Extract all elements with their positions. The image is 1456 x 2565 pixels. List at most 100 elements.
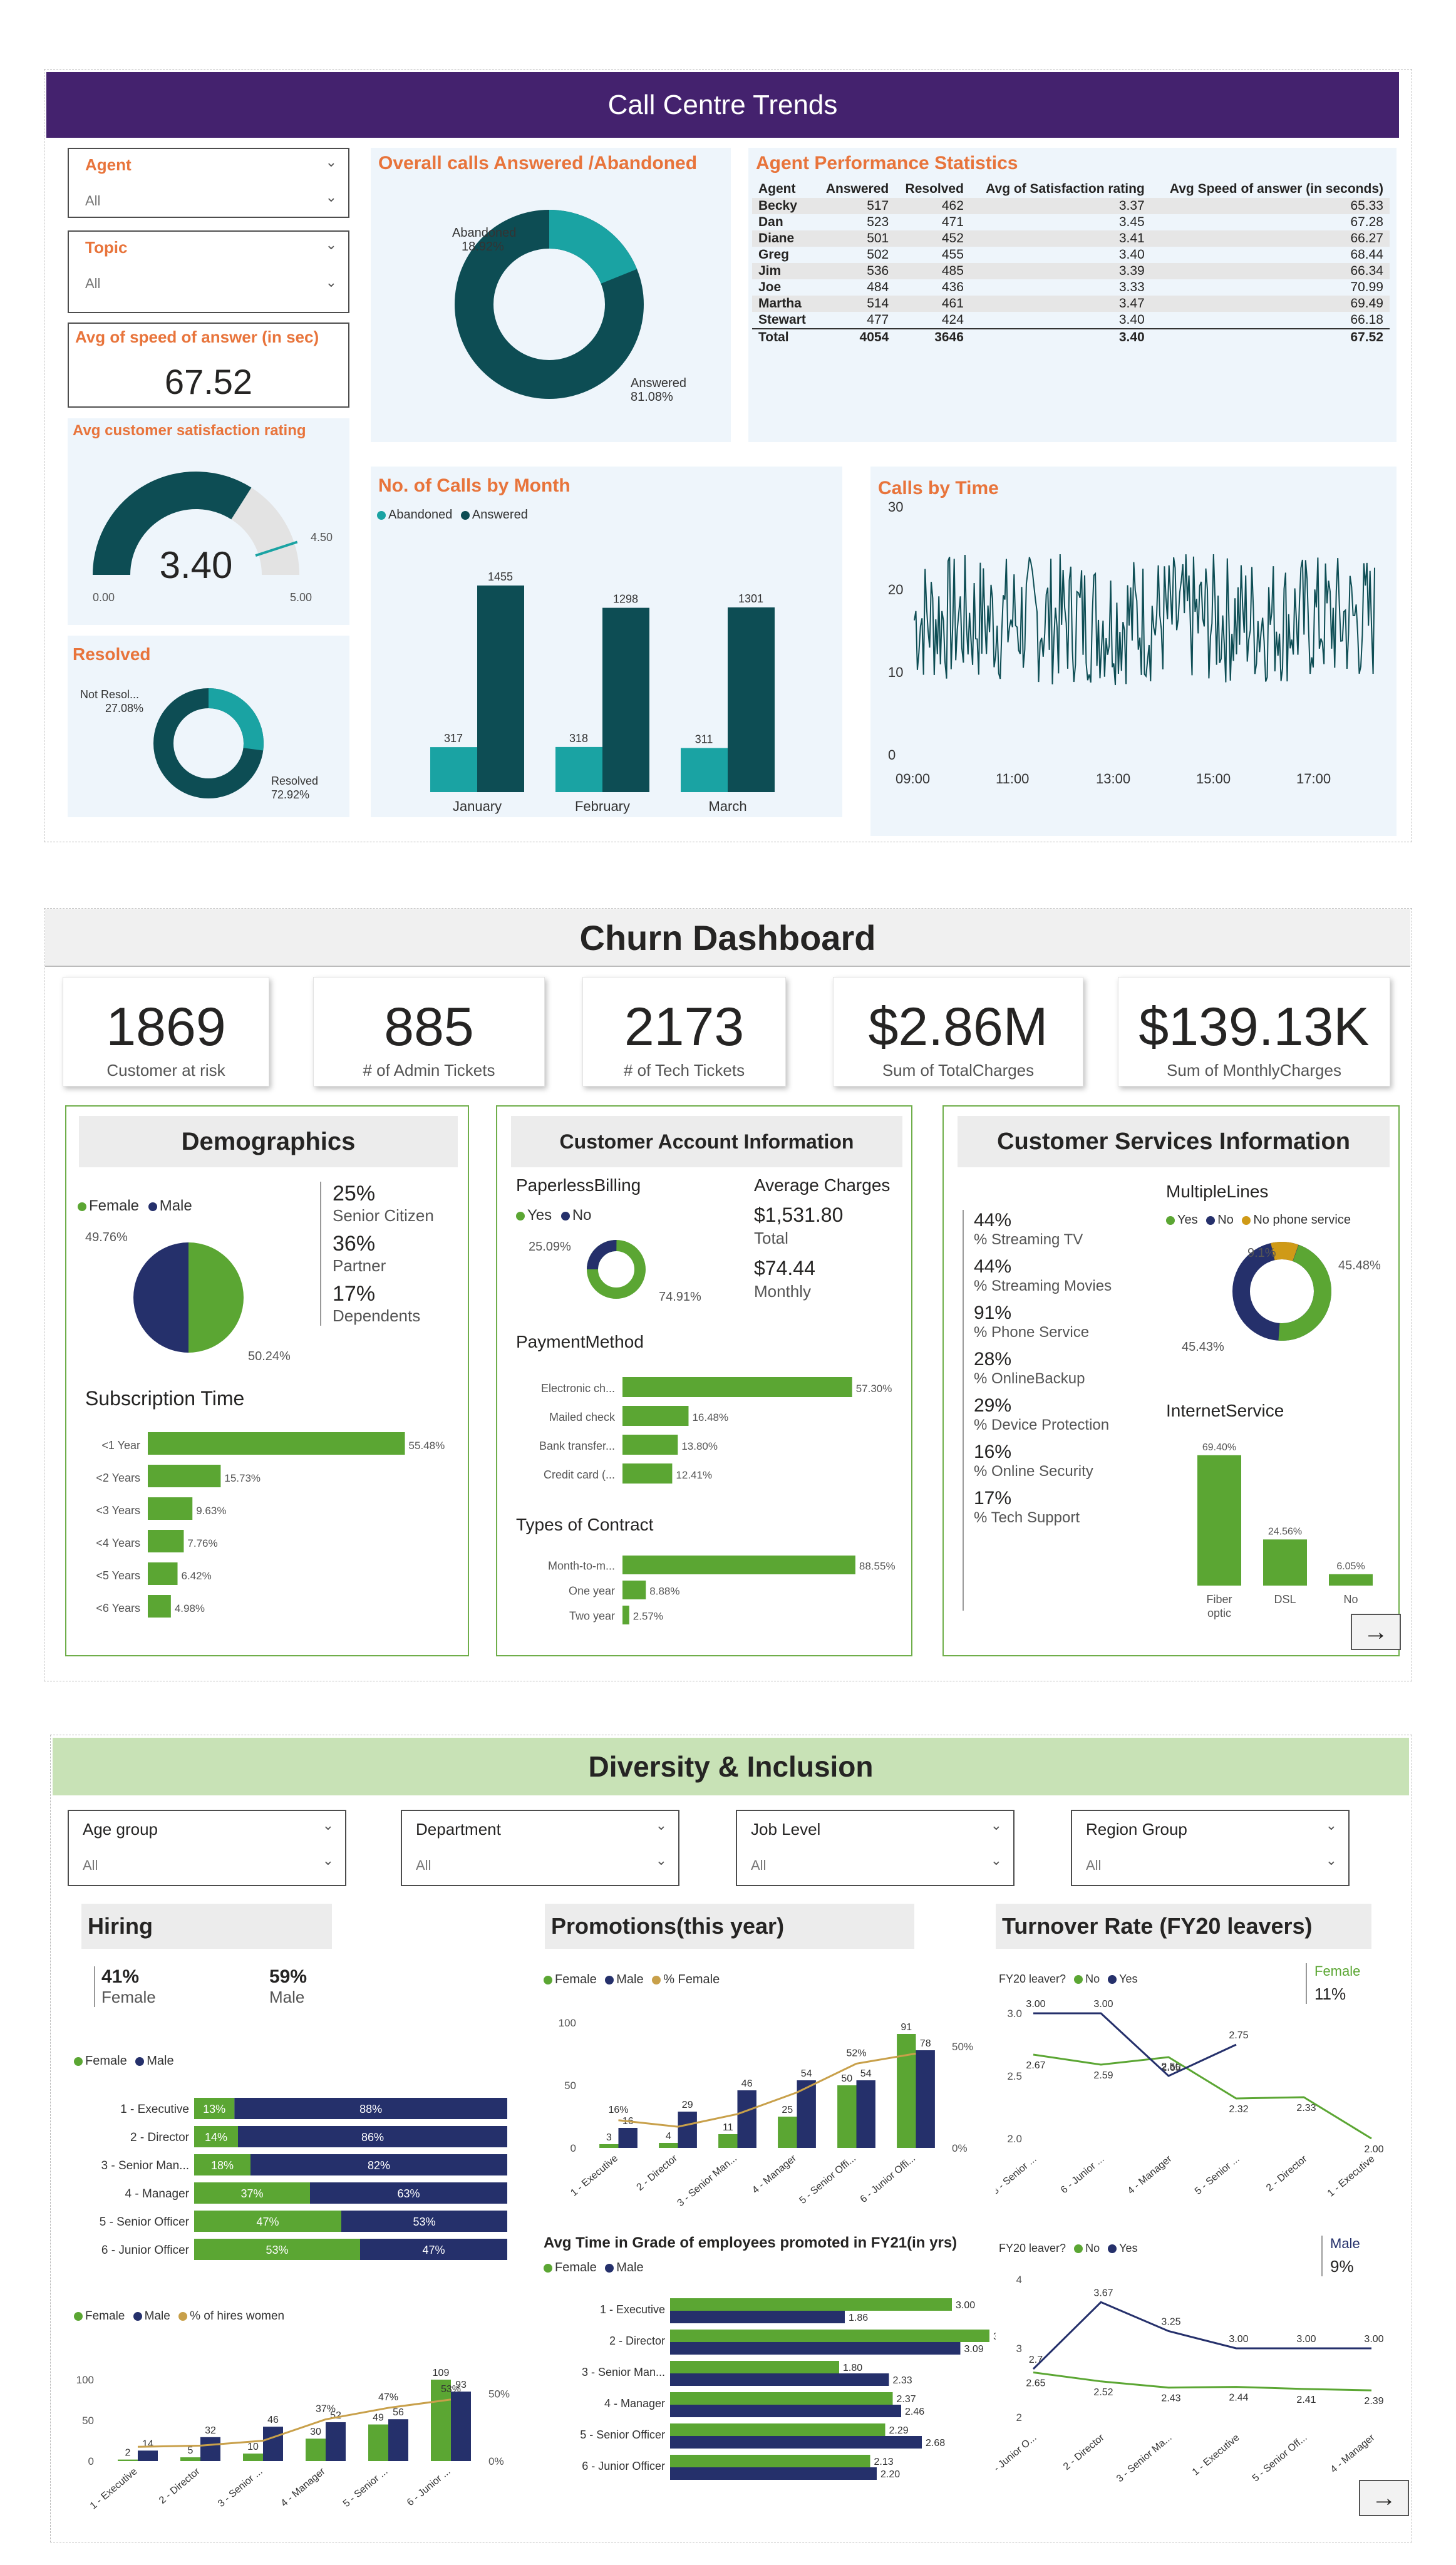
di-title: Diversity & Inclusion: [588, 1750, 874, 1783]
no-value-label: 2.43: [1161, 2393, 1180, 2404]
multiline-donut: 9.1% 45.48% 45.43%: [1182, 1242, 1381, 1354]
x-tick: 3 - Senior ...: [996, 2154, 1039, 2197]
bar-value-label: 2: [125, 2448, 131, 2459]
contract-title: Types of Contract: [516, 1515, 654, 1534]
bar-category-label: Mailed check: [549, 1411, 616, 1423]
yes-value-label: 3.00: [1296, 2334, 1316, 2345]
avg-speed-card: Avg of speed of answer (in sec) 67.52: [68, 323, 349, 408]
female-bar: [897, 2034, 916, 2148]
service-stat-value: 17%: [974, 1488, 1012, 1509]
table-row[interactable]: Greg 502 455 3.40 68.44: [752, 247, 1390, 263]
resolved-panel: Resolved Not Resol... 27.08% Resolved 72…: [68, 636, 349, 817]
female-bar: [670, 2455, 870, 2467]
x-tick: 13:00: [1096, 771, 1130, 787]
male-bar: [916, 2050, 935, 2148]
table-cell: 65.33: [1350, 199, 1383, 213]
satisfaction-gauge: 3.40 0.00 5.00 4.50: [93, 472, 333, 604]
table-cell: Greg: [758, 247, 790, 262]
legend-yes: Yes: [527, 1207, 552, 1224]
di-slicer[interactable]: Department All ⌄ ⌄: [401, 1810, 679, 1886]
table-row[interactable]: Stewart 477 424 3.40 66.18: [752, 312, 1390, 329]
kpi-label: Sum of TotalCharges: [882, 1061, 1035, 1080]
agent-slicer[interactable]: Agent All ⌄ ⌄: [68, 148, 349, 218]
male-bar: [263, 2427, 283, 2461]
yes-value-label: 3.00: [1093, 1999, 1113, 2010]
next-page-button[interactable]: →: [1351, 1614, 1401, 1650]
x-tick: optic: [1207, 1607, 1231, 1619]
table-row[interactable]: Diane 501 452 3.41 66.27: [752, 230, 1390, 247]
gender-pie: 49.76% 50.24%: [85, 1231, 291, 1363]
y-tick: 3: [1016, 2343, 1022, 2355]
no-value-label: 2.00: [1364, 2144, 1383, 2155]
chevron-down-icon[interactable]: ⌄: [1326, 1852, 1337, 1869]
legend-yes: Yes: [1119, 1973, 1138, 1985]
table-cell: 69.49: [1350, 296, 1383, 311]
table-header: Answered: [825, 182, 889, 196]
x-tick: 2 - Director: [1264, 2154, 1309, 2194]
table-cell: 536: [867, 264, 889, 278]
table-cell: 3.47: [1118, 296, 1145, 311]
service-stat-value: 44%: [974, 1210, 1012, 1231]
x-tick: 5 - Senior Off...: [1251, 2432, 1309, 2484]
bar-category-label: <3 Years: [96, 1504, 140, 1517]
table-cell: Stewart: [758, 312, 806, 327]
di-slicer[interactable]: Region Group All ⌄ ⌄: [1071, 1810, 1350, 1886]
bar: [148, 1432, 405, 1455]
no-value-label: 2.65: [1026, 2378, 1045, 2389]
table-cell: 461: [941, 296, 964, 311]
table-row[interactable]: Jim 536 485 3.39 66.34: [752, 263, 1390, 279]
avg-speed-value: 67.52: [164, 362, 253, 401]
female-bar: [306, 2439, 326, 2461]
table-row[interactable]: Joe 484 436 3.33 70.99: [752, 279, 1390, 296]
chevron-down-icon[interactable]: ⌄: [326, 274, 337, 291]
y-tick: 100: [559, 2017, 576, 2029]
bar-value-label: 1.80: [843, 2363, 862, 2373]
bar-category-label: Credit card (...: [544, 1468, 615, 1481]
chevron-down-icon[interactable]: ⌄: [991, 1852, 1002, 1869]
bar-value-label: 14: [142, 2439, 153, 2449]
paperless-legend: Yes No: [516, 1207, 592, 1224]
bar-value-label: 12.41%: [676, 1469, 712, 1481]
bar-value-label: 9.63%: [196, 1505, 226, 1517]
bar-value-label: 91: [901, 2022, 912, 2033]
di-slicer[interactable]: Job Level All ⌄ ⌄: [736, 1810, 1015, 1886]
chevron-down-icon[interactable]: ⌄: [656, 1852, 667, 1869]
chevron-down-icon[interactable]: ⌄: [323, 1852, 334, 1869]
table-row[interactable]: Martha 514 461 3.47 69.49: [752, 296, 1390, 312]
bar: [622, 1435, 678, 1455]
turnover-female-legend: FY20 leaver? No Yes: [999, 1973, 1137, 1986]
x-tick: 5 - Senior ...: [1193, 2154, 1242, 2197]
legend-male: Male: [616, 1973, 644, 1986]
table-total-row: Total 4054 3646 3.40 67.52: [752, 328, 1390, 346]
bar: [1329, 1574, 1373, 1586]
male-bar: [326, 2422, 346, 2461]
di-slicer[interactable]: Age group All ⌄ ⌄: [68, 1810, 346, 1886]
multiline-pct: 9.1%: [1247, 1246, 1276, 1260]
bar-value-label: 46: [741, 2078, 753, 2089]
pct-label: 53%: [441, 2384, 461, 2395]
bar-value-label: 47%: [422, 2244, 445, 2256]
service-stat-label: % Streaming Movies: [974, 1277, 1112, 1294]
chevron-down-icon[interactable]: ⌄: [326, 189, 337, 205]
table-cell: 67.52: [1150, 328, 1390, 346]
table-cell: Dan: [758, 215, 783, 229]
topic-slicer[interactable]: Topic All ⌄ ⌄: [68, 230, 349, 313]
partner-value: 36%: [333, 1232, 376, 1256]
bar-value-label: 2.29: [889, 2425, 909, 2436]
table-cell: Martha: [758, 296, 802, 311]
bar-value-label: 49: [373, 2413, 384, 2423]
y-tick: 50: [82, 2415, 94, 2427]
yes-value-label: 3.67: [1093, 2288, 1113, 2298]
table-row[interactable]: Dan 523 471 3.45 67.28: [752, 214, 1390, 230]
table-cell: 3.39: [1118, 264, 1145, 278]
next-page-button[interactable]: →: [1359, 2480, 1409, 2516]
male-bar: [138, 2450, 158, 2461]
bar-value-label: 32: [205, 2425, 216, 2436]
topic-slicer-label: Topic: [85, 238, 128, 257]
x-tick: 11:00: [996, 771, 1029, 787]
arrow-right-icon: →: [1371, 2484, 1397, 2512]
table-row[interactable]: Becky 517 462 3.37 65.33: [752, 198, 1390, 214]
resolved-label: Resolved: [271, 775, 318, 787]
bar: [148, 1595, 171, 1618]
legend-no: No: [1085, 1973, 1100, 1985]
